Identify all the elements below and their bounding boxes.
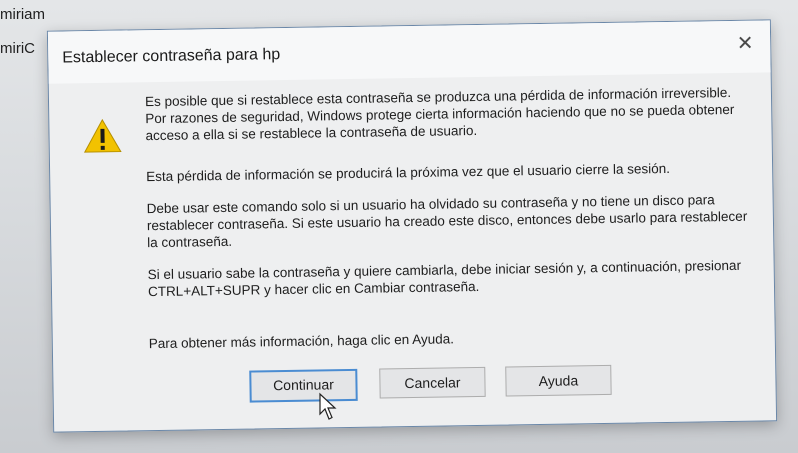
message-paragraph: Debe usar este comando solo si un usuari… [146,192,748,251]
dialog-title: Establecer contraseña para hp [62,46,281,67]
dialog-titlebar: Establecer contraseña para hp ✕ [47,20,771,84]
warning-icon [83,118,122,153]
help-button[interactable]: Ayuda [505,364,612,397]
continue-button[interactable]: Continuar [249,368,358,403]
close-button[interactable]: ✕ [732,31,758,57]
set-password-dialog: Establecer contraseña para hp ✕ Es posib… [46,19,778,433]
background-user-label-2: miriC [0,40,35,57]
message-paragraph: Para obtener más información, haga clic … [148,331,455,352]
message-paragraph: Es posible que si restablece esta contra… [144,84,735,144]
message-paragraph: Si el usuario sabe la contraseña y quier… [147,257,742,300]
mouse-cursor-icon [319,392,337,420]
background-user-label: miriam [0,6,45,23]
cancel-button[interactable]: Cancelar [379,366,486,399]
message-paragraph: Esta pérdida de información se producirá… [146,160,671,185]
